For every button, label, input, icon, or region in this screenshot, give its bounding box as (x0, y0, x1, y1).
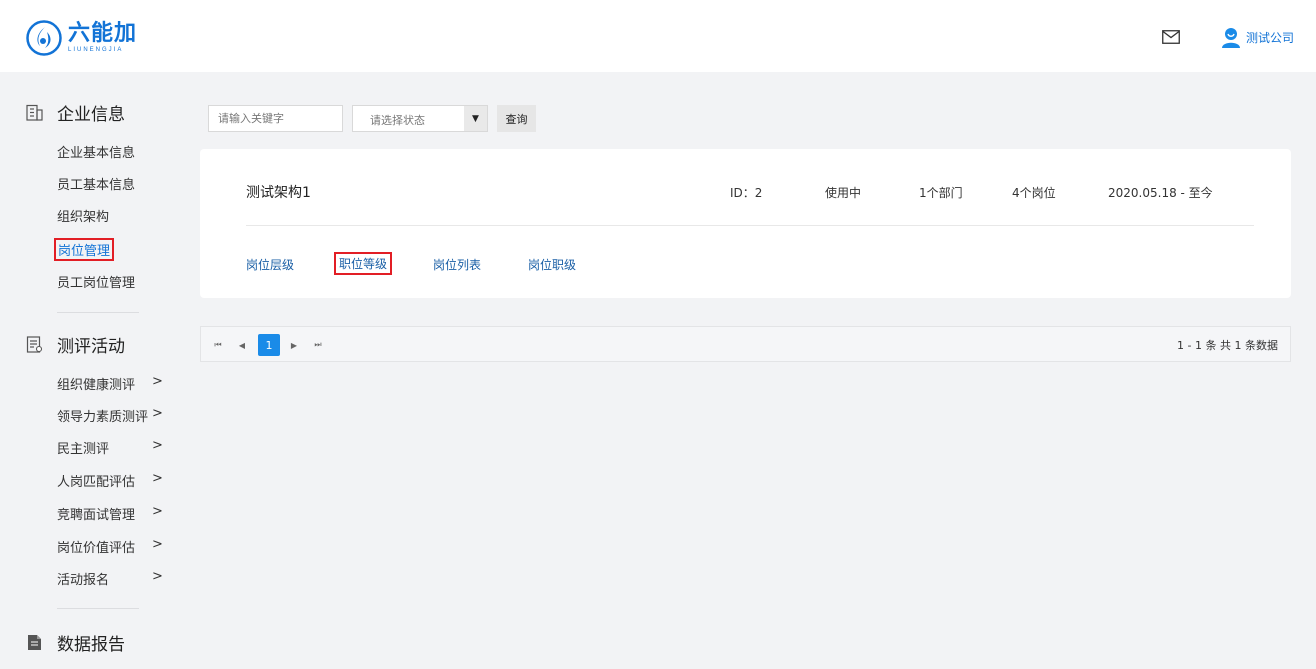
chevron-right-icon: > (152, 406, 163, 421)
tab-position-list[interactable]: 岗位列表 (433, 256, 481, 273)
user-avatar-icon (1222, 28, 1240, 48)
status-badge: 使用中 (825, 186, 862, 200)
department-count: 1个部门 (919, 186, 963, 200)
status-select-placeholder: 请选择状态 (370, 114, 425, 127)
pagination: ⏮ ◀ 1 ▶ ⏭ 1 - 1 条 共 1 条数据 (200, 326, 1291, 362)
org-structure-card: 测试架构1 ID：2 使用中 1个部门 4个岗位 2020.05.18 - 至今… (200, 149, 1291, 298)
divider (246, 225, 1254, 226)
user-menu[interactable]: 测试公司 (1220, 26, 1294, 48)
next-page-icon[interactable]: ▶ (285, 334, 303, 356)
sidebar-item-person-job-match[interactable]: 人岗匹配评估 > (57, 471, 163, 490)
chevron-right-icon: > (152, 504, 163, 519)
section-title: 测评活动 (57, 337, 125, 357)
structure-name: 测试架构1 (246, 185, 311, 201)
divider (57, 312, 139, 313)
status-select[interactable]: 请选择状态 ▼ (352, 105, 488, 132)
section-title: 企业信息 (57, 105, 125, 125)
last-page-icon[interactable]: ⏭ (309, 334, 327, 356)
chevron-right-icon: > (152, 438, 163, 453)
clipboard-icon (26, 336, 43, 353)
tab-job-grade[interactable]: 职位等级 (334, 252, 393, 275)
chevron-right-icon: > (152, 471, 163, 486)
date-range: 2020.05.18 - 至今 (1108, 186, 1213, 200)
logo-text: 六能加 (68, 21, 138, 46)
chevron-right-icon: > (152, 569, 163, 584)
sidebar-item-org-structure[interactable]: 组织架构 (57, 206, 109, 225)
sidebar-item-position-management[interactable]: 岗位管理 (54, 238, 115, 261)
sidebar-item-position-value[interactable]: 岗位价值评估 > (57, 537, 163, 556)
caret-down-icon: ▼ (464, 106, 487, 131)
sidebar-item-recruit-interview[interactable]: 竞聘面试管理 > (57, 504, 163, 523)
pagination-summary: 1 - 1 条 共 1 条数据 (1177, 339, 1278, 352)
keyword-search-input[interactable] (208, 105, 343, 132)
logo-subtext: LIUNENGJIA (68, 47, 124, 53)
first-page-icon[interactable]: ⏮ (209, 334, 227, 356)
sidebar-item-democratic[interactable]: 民主测评 > (57, 438, 163, 457)
tab-position-hierarchy[interactable]: 岗位层级 (246, 256, 294, 273)
logo[interactable]: 六能加 LIUNENGJIA (26, 20, 137, 56)
user-name: 测试公司 (1246, 30, 1295, 45)
sidebar-item-leadership[interactable]: 领导力素质测评 > (57, 406, 163, 425)
prev-page-icon[interactable]: ◀ (233, 334, 251, 356)
chevron-right-icon: > (152, 374, 163, 389)
sidebar-item-employee-info[interactable]: 员工基本信息 (57, 174, 135, 193)
mail-icon[interactable] (1162, 30, 1180, 44)
building-icon (26, 104, 43, 121)
position-count: 4个岗位 (1012, 186, 1056, 200)
page-number-current[interactable]: 1 (258, 334, 280, 356)
logo-mark-icon (26, 20, 62, 56)
query-button[interactable]: 查询 (497, 105, 536, 132)
section-title: 数据报告 (57, 635, 125, 655)
divider (57, 608, 139, 609)
sidebar-item-activity-signup[interactable]: 活动报名 > (57, 569, 163, 588)
sidebar: 企业信息 企业基本信息 员工基本信息 组织架构 岗位管理 员工岗位管理 测评活动… (0, 72, 180, 669)
tab-position-rank[interactable]: 岗位职级 (528, 256, 576, 273)
sidebar-item-employee-position[interactable]: 员工岗位管理 (57, 272, 135, 291)
report-icon (28, 635, 41, 650)
structure-id: ID：2 (730, 186, 763, 200)
sidebar-item-org-health[interactable]: 组织健康测评 > (57, 374, 163, 393)
sidebar-item-company-info[interactable]: 企业基本信息 (57, 142, 135, 161)
top-header: 六能加 LIUNENGJIA 测试公司 (0, 0, 1316, 72)
chevron-right-icon: > (152, 537, 163, 552)
